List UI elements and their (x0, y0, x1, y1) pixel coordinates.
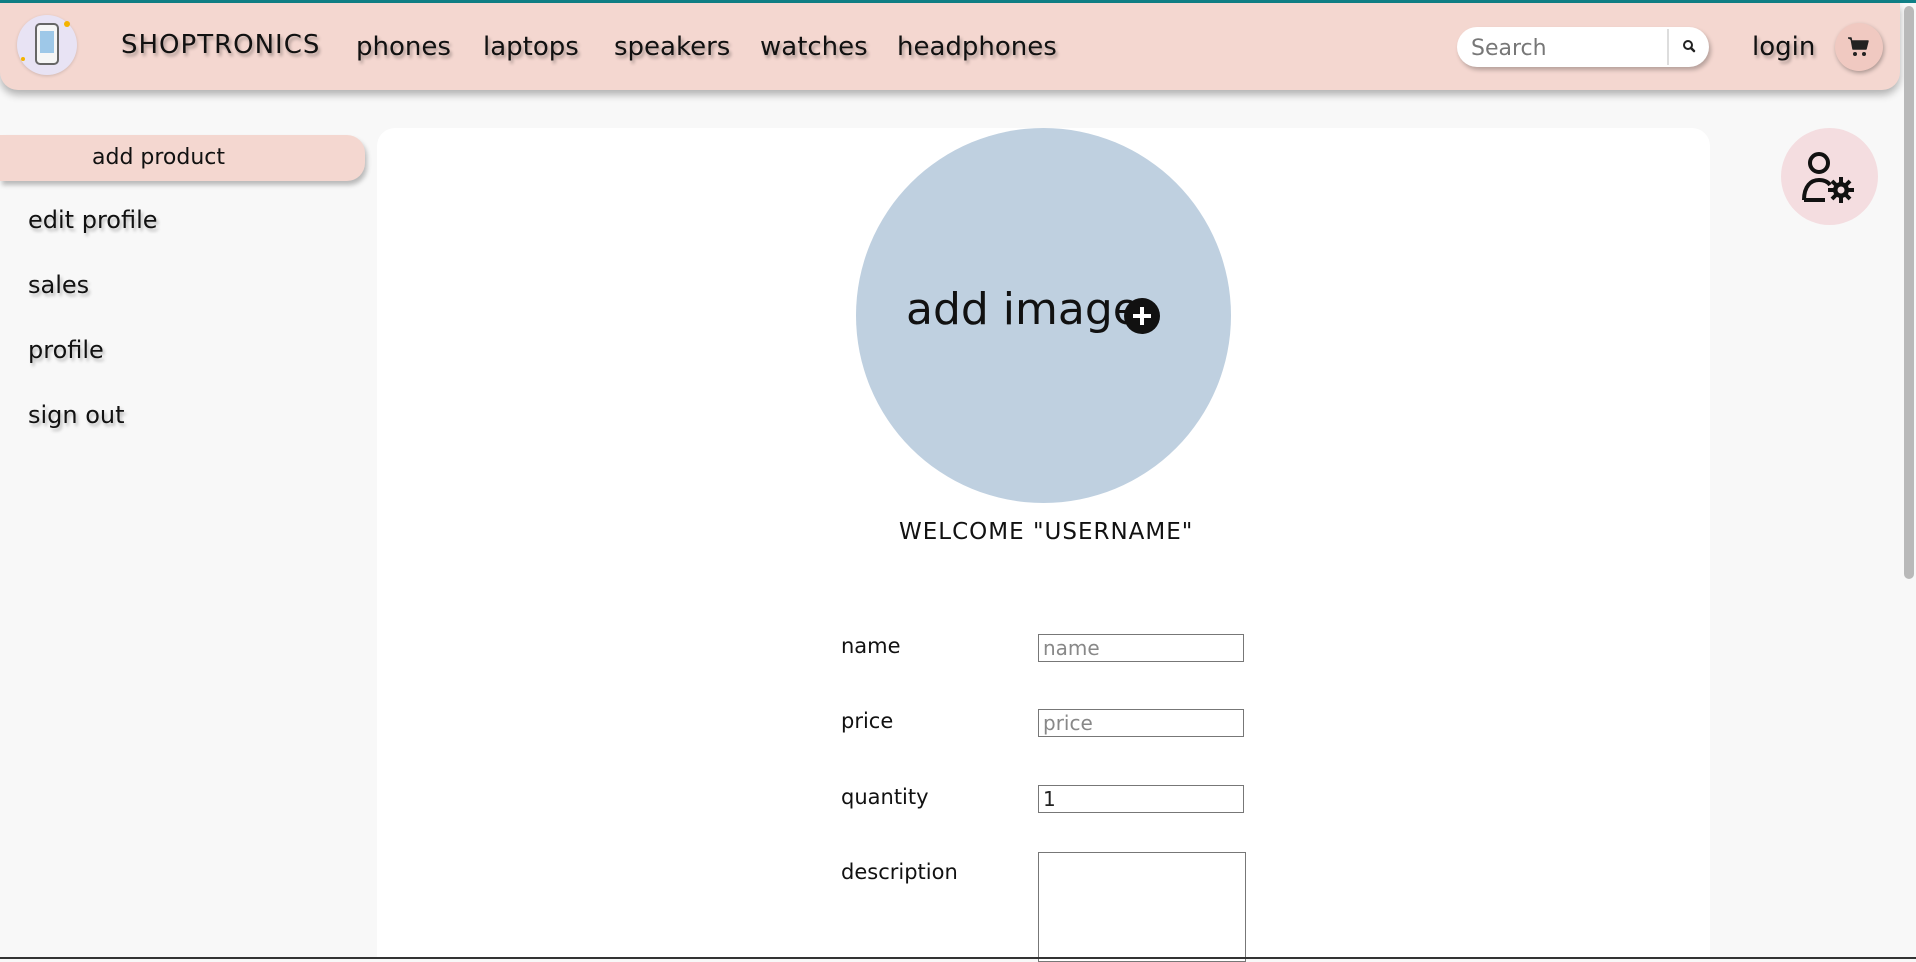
search-divider (1667, 29, 1669, 65)
name-field[interactable] (1038, 634, 1244, 662)
quantity-field[interactable] (1038, 785, 1244, 813)
add-image-button[interactable]: add image (856, 128, 1231, 503)
sidebar-item-label: add product (92, 145, 226, 170)
login-link[interactable]: login (1752, 32, 1815, 62)
search-icon (1683, 40, 1696, 53)
sidebar-item-sign-out[interactable]: sign out (28, 401, 125, 429)
search-button[interactable] (1673, 31, 1705, 63)
sidebar-item-profile[interactable]: profile (28, 336, 104, 364)
search-box (1457, 27, 1709, 67)
add-image-label: add image (906, 284, 1140, 335)
price-field[interactable] (1038, 709, 1244, 737)
nav-link-speakers[interactable]: speakers (614, 32, 730, 62)
scrollbar-thumb[interactable] (1904, 6, 1914, 579)
search-input[interactable] (1469, 33, 1663, 63)
sidebar-item-edit-profile[interactable]: edit profile (28, 206, 158, 234)
nav-link-watches[interactable]: watches (760, 32, 868, 62)
sidebar-item-add-product[interactable]: add product (0, 135, 365, 181)
sidebar-item-sales[interactable]: sales (28, 271, 89, 299)
welcome-message: WELCOME "USERNAME" (899, 519, 1194, 545)
plus-circle-icon (1124, 298, 1160, 334)
description-field[interactable] (1038, 852, 1246, 962)
brand-name[interactable]: SHOPTRONICS (121, 30, 320, 60)
navbar: SHOPTRONICS phones laptops speakers watc… (0, 3, 1900, 90)
name-label: name (841, 634, 901, 658)
description-label: description (841, 860, 958, 884)
user-settings-button[interactable] (1781, 128, 1878, 225)
nav-link-laptops[interactable]: laptops (483, 32, 579, 62)
logo-phone-icon[interactable] (17, 15, 77, 75)
quantity-label: quantity (841, 785, 929, 809)
nav-link-phones[interactable]: phones (356, 32, 451, 62)
cart-button[interactable] (1835, 23, 1883, 71)
cart-icon (1848, 37, 1869, 56)
price-label: price (841, 709, 894, 733)
user-settings-icon (1802, 152, 1854, 203)
nav-link-headphones[interactable]: headphones (897, 32, 1057, 62)
